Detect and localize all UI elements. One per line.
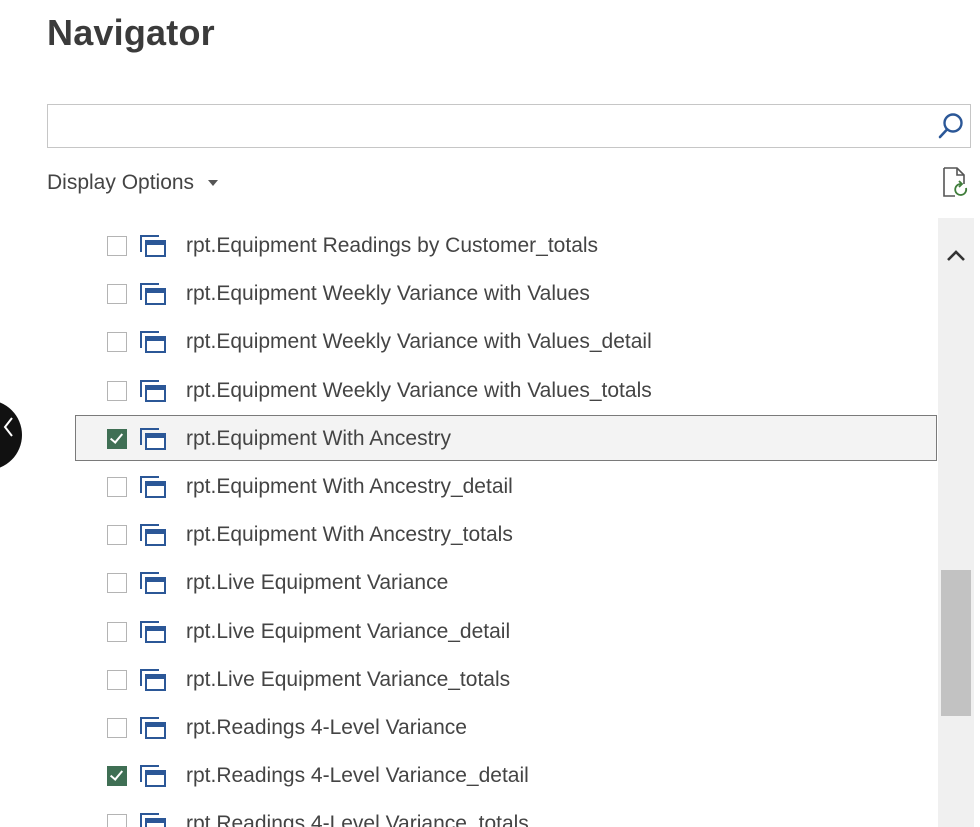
chevron-left-icon [3, 417, 13, 437]
table-icon [140, 379, 166, 402]
list-item-label: rpt.Live Equipment Variance_detail [186, 619, 511, 643]
caret-down-icon [208, 180, 219, 186]
list-item-label: rpt.Equipment Weekly Variance with Value… [186, 378, 652, 402]
list-item[interactable]: rpt.Readings 4-Level Variance_detail [75, 752, 937, 798]
list-item[interactable]: rpt.Live Equipment Variance_totals [75, 656, 937, 702]
item-checkbox[interactable] [107, 428, 127, 449]
list-item-label: rpt.Live Equipment Variance [186, 571, 449, 595]
refresh-icon[interactable] [940, 166, 970, 198]
search-box[interactable] [47, 104, 971, 148]
item-checkbox[interactable] [107, 669, 127, 690]
table-icon [140, 331, 166, 354]
table-icon [140, 717, 166, 739]
item-checkbox[interactable] [107, 621, 127, 642]
item-checkbox[interactable] [107, 573, 127, 594]
navigator-item-list: rpt.Equipment Readings by Customer_total… [0, 218, 938, 827]
navigator-dialog: Navigator Display Options rpt.Equipment … [0, 0, 980, 827]
list-item-label: rpt.Readings 4-Level Variance_detail [186, 764, 529, 788]
list-item-label: rpt.Equipment With Ancestry_totals [186, 523, 513, 547]
list-item-label: rpt.Readings 4-Level Variance [186, 716, 467, 739]
table-icon [140, 572, 166, 595]
list-item[interactable]: rpt.Equipment Weekly Variance with Value… [75, 270, 937, 316]
table-icon [140, 235, 166, 257]
search-icon[interactable] [935, 110, 967, 142]
display-options-dropdown[interactable]: Display Options [47, 168, 219, 198]
table-icon [140, 283, 166, 306]
list-item-label: rpt.Equipment Weekly Variance with Value… [186, 282, 590, 306]
item-checkbox[interactable] [107, 380, 127, 401]
list-item[interactable]: rpt.Live Equipment Variance_detail [75, 608, 937, 654]
item-checkbox[interactable] [107, 236, 127, 256]
list-item[interactable]: rpt.Equipment Weekly Variance with Value… [75, 318, 937, 364]
list-item-label: rpt.Equipment With Ancestry_detail [186, 475, 513, 498]
list-item[interactable]: rpt.Equipment Weekly Variance with Value… [75, 367, 937, 413]
item-checkbox[interactable] [107, 814, 127, 827]
page-title: Navigator [47, 12, 215, 53]
list-item-label: rpt.Equipment With Ancestry [186, 426, 451, 450]
list-item[interactable]: rpt.Equipment Readings by Customer_total… [75, 222, 937, 268]
table-icon [140, 620, 166, 643]
scrollbar-thumb[interactable] [941, 570, 971, 716]
item-checkbox[interactable] [107, 477, 127, 497]
list-item[interactable]: rpt.Equipment With Ancestry_totals [75, 511, 937, 557]
list-item[interactable]: rpt.Equipment With Ancestry [75, 414, 937, 461]
list-item-label: rpt.Equipment Weekly Variance with Value… [186, 330, 652, 354]
table-icon [140, 668, 166, 691]
item-checkbox[interactable] [107, 718, 127, 738]
list-item[interactable]: rpt.Live Equipment Variance [75, 559, 937, 605]
list-item-label: rpt.Equipment Readings by Customer_total… [186, 234, 599, 257]
list-item-label: rpt.Readings 4-Level Variance_totals [186, 812, 529, 827]
item-checkbox[interactable] [107, 525, 127, 546]
item-checkbox[interactable] [107, 284, 127, 305]
table-icon [140, 524, 166, 547]
search-input[interactable] [48, 105, 948, 147]
display-options-label: Display Options [47, 171, 195, 194]
table-icon [140, 476, 166, 498]
list-item-label: rpt.Live Equipment Variance_totals [186, 667, 511, 691]
list-item[interactable]: rpt.Readings 4-Level Variance_totals [75, 800, 937, 827]
item-checkbox[interactable] [107, 332, 127, 353]
chevron-up-icon[interactable] [943, 246, 969, 266]
vertical-scrollbar[interactable] [938, 218, 974, 827]
item-checkbox[interactable] [107, 766, 127, 787]
table-icon [140, 765, 166, 788]
table-icon [140, 427, 166, 450]
table-icon [140, 813, 166, 827]
list-item[interactable]: rpt.Readings 4-Level Variance [75, 704, 937, 750]
list-item[interactable]: rpt.Equipment With Ancestry_detail [75, 463, 937, 509]
